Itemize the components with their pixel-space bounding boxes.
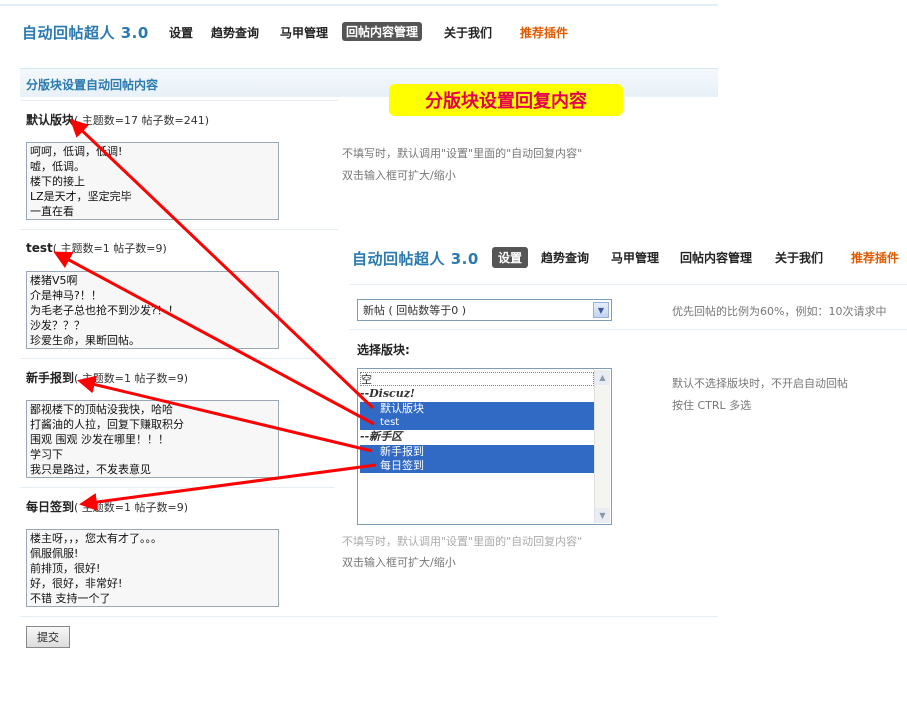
header-top-border (0, 4, 718, 6)
section-divider (20, 100, 338, 101)
board-heading-test: test( 主题数=1 帖子数=9) (26, 240, 167, 256)
board-reply-textarea-test[interactable]: 楼猪V5啊 介是神马?！！ 为毛老子总也抢不到沙发?！！ 沙发？？？ 珍爱生命，… (26, 271, 279, 349)
nav-reply-content-manage[interactable]: 回帖内容管理 (342, 22, 423, 41)
board-name: 默认版块 (26, 113, 75, 127)
app-brand: 自动回帖超人 3.0 (22, 24, 149, 42)
annotation-banner-text: 分版块设置回复内容 (425, 91, 587, 112)
board-hint-ctrl-multiselect: 按住 CTRL 多选 (672, 399, 752, 412)
overlay-nav-reply-content-manage[interactable]: 回帖内容管理 (680, 249, 752, 266)
board-heading-daily-checkin: 每日签到( 主题数=1 帖子数=9) (26, 498, 188, 515)
reply-line: 打酱油的人拉，回复下赚取积分 (30, 418, 184, 431)
board-name: 每日签到 (26, 500, 75, 514)
nav-trend-query[interactable]: 趋势查询 (211, 24, 259, 41)
overlay-nav-recommended-plugins[interactable]: 推荐插件 (851, 249, 899, 266)
reply-line: 我只是路过，不发表意见 (30, 463, 151, 476)
list-option[interactable]: 空 (360, 372, 594, 386)
footer-divider (20, 616, 718, 617)
reply-line: 佩服佩服! (30, 547, 79, 560)
hint-default-reply: 不填写时，默认调用"设置"里面的"自动回复内容" (342, 147, 583, 160)
board-reply-textarea-daily-checkin[interactable]: 楼主呀，，，您太有才了。。。 佩服佩服! 前排顶，很好! 好，很好，非常好! 不… (26, 529, 279, 607)
reply-line: 楼下的接上 (30, 175, 85, 188)
reply-line: 学习下 (30, 448, 63, 461)
reply-line: 嘘，低调。 (30, 160, 85, 173)
list-group-header: --Discuz! (360, 387, 415, 400)
reply-line: 楼主呀，，，您太有才了。。。 (30, 532, 162, 545)
overlay-nav-trend-query[interactable]: 趋势查询 (541, 249, 589, 266)
reply-line: 楼猪V5啊 (30, 274, 78, 287)
reply-line: 前排顶，很好! (30, 562, 101, 575)
overlay-row-divider (350, 329, 907, 330)
scroll-down-icon[interactable]: ▼ (595, 508, 610, 523)
list-group-header: --新手区 (360, 430, 403, 443)
board-name: 新手报到 (26, 371, 75, 385)
overlay-header-divider (350, 284, 907, 285)
reply-line: 不错 支持一个了 (30, 592, 111, 605)
nav-vest-manage[interactable]: 马甲管理 (280, 24, 328, 41)
reply-line: 沙发？？？ (30, 319, 85, 332)
board-reply-textarea-default[interactable]: 呵呵，低调，低调! 嘘，低调。 楼下的接上 LZ是天才，坚定完毕 一直在看 (26, 142, 279, 220)
submit-button[interactable]: 提交 (26, 626, 70, 648)
reply-line: 好，很好，非常好! (30, 577, 123, 590)
overlay-nav-settings[interactable]: 设置 (492, 247, 529, 268)
board-meta: ( 主题数=1 帖子数=9) (74, 501, 189, 514)
reply-line: 鄙视楼下的顶帖没我快，哈哈 (30, 403, 173, 416)
listbox-scrollbar[interactable]: ▲ ▼ (594, 370, 610, 523)
overlay-nav-about-us[interactable]: 关于我们 (775, 249, 823, 266)
board-meta: ( 主题数=1 帖子数=9) (74, 372, 189, 385)
list-option-selected[interactable]: test (360, 416, 594, 430)
overlay-nav-vest-manage[interactable]: 马甲管理 (611, 249, 659, 266)
reply-line: 呵呵，低调，低调! (30, 145, 123, 158)
annotation-banner: 分版块设置回复内容 (389, 84, 623, 116)
reply-line: LZ是天才，坚定完毕 (30, 190, 132, 203)
nav-recommended-plugins[interactable]: 推荐插件 (520, 24, 568, 41)
list-option-selected[interactable]: 每日签到 (360, 459, 594, 473)
board-heading-newbie: 新手报到( 主题数=1 帖子数=9) (26, 369, 188, 386)
reply-line: 介是神马?！！ (30, 289, 102, 302)
reply-line: 珍爱生命，果断回帖。 (30, 334, 140, 347)
board-meta: ( 主题数=1 帖子数=9) (52, 242, 167, 255)
nav-settings[interactable]: 设置 (169, 24, 193, 41)
select-board-label: 选择版块: (357, 343, 410, 357)
reply-priority-select[interactable]: 新帖 ( 回帖数等于0 ) ▼ (357, 299, 612, 321)
list-option-selected[interactable]: 默认版块 (360, 402, 594, 416)
board-meta: ( 主题数=17 帖子数=241) (74, 114, 210, 127)
nav-about-us[interactable]: 关于我们 (444, 24, 492, 41)
priority-hint: 优先回帖的比例为60%，例如：10次请求中 (672, 305, 887, 318)
section-title: 分版块设置自动回帖内容 (26, 78, 159, 92)
chevron-down-icon[interactable]: ▼ (593, 302, 609, 318)
list-option-selected[interactable]: 新手报到 (360, 445, 594, 459)
reply-line: 一直在看 (30, 205, 74, 218)
reply-line: 为毛老子总也抢不到沙发?！！ (30, 304, 179, 317)
reply-priority-value: 新帖 ( 回帖数等于0 ) (363, 304, 467, 317)
row-divider (20, 358, 338, 359)
board-multiselect-list[interactable]: 空 --Discuz! 默认版块 test --新手区 新手报到 每日签到 ▲ … (357, 368, 612, 525)
hint-dblclick: 双击输入框可扩大/缩小 (342, 169, 456, 182)
hint-default-reply-partial: 不填写时，默认调用"设置"里面的"自动回复内容" (342, 535, 583, 548)
board-heading-default: 默认版块( 主题数=17 帖子数=241) (26, 111, 209, 128)
row-divider (20, 229, 338, 230)
overlay-brand: 自动回帖超人 3.0 (352, 250, 479, 268)
board-hint-no-select: 默认不选择版块时，不开启自动回帖 (672, 377, 848, 390)
reply-line: 围观 围观 沙发在哪里！！！ (30, 433, 169, 446)
scroll-up-icon[interactable]: ▲ (595, 370, 610, 385)
board-name: test (26, 241, 53, 255)
row-divider (20, 487, 338, 488)
hint-dblclick-2: 双击输入框可扩大/缩小 (342, 556, 456, 569)
board-reply-textarea-newbie[interactable]: 鄙视楼下的顶帖没我快，哈哈 打酱油的人拉，回复下赚取积分 围观 围观 沙发在哪里… (26, 400, 279, 478)
